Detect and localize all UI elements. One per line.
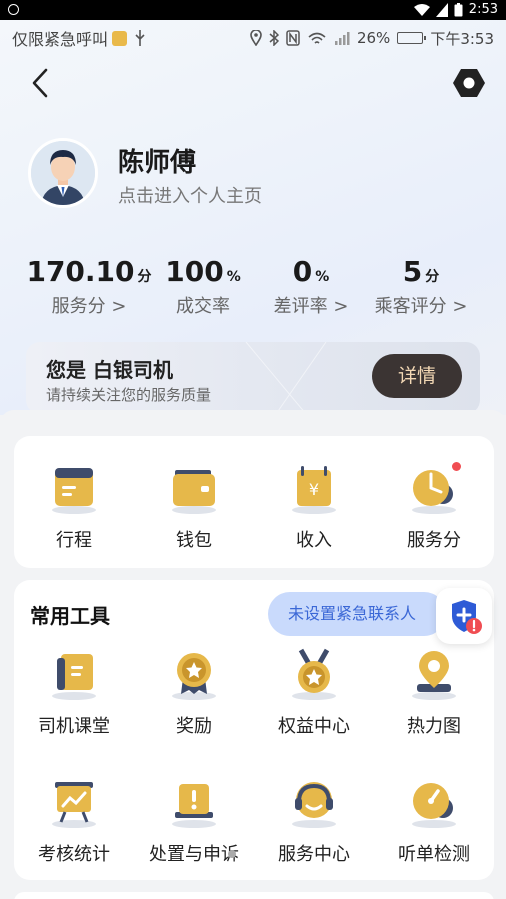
quick-link-service-score[interactable]: 服务分 <box>374 462 494 552</box>
signal-icon <box>435 2 448 17</box>
notification-icon <box>8 4 19 15</box>
wifi-icon <box>413 3 430 16</box>
gear-icon <box>453 69 485 97</box>
stat-unit: 分 <box>425 269 440 285</box>
driver-avatar-icon <box>31 141 95 205</box>
level-title: 您是 白银司机 <box>46 358 173 382</box>
tool-label: 服务中心 <box>278 844 350 865</box>
medal-icon <box>167 648 221 702</box>
battery-level-icon <box>397 32 427 44</box>
wallet-icon <box>167 462 221 516</box>
stat-passenger-rating[interactable]: 5分 乘客评分 > <box>358 255 484 318</box>
tools-title: 常用工具 <box>30 604 110 628</box>
income-icon: ¥ <box>287 462 341 516</box>
driver-level-card: 您是 白银司机 请持续关注您的服务质量 详情 <box>26 342 480 414</box>
stat-unit: % <box>226 269 241 285</box>
quick-link-itinerary[interactable]: 行程 <box>14 462 134 552</box>
tool-label: 司机课堂 <box>38 716 110 737</box>
next-section-card <box>14 892 494 899</box>
tool-label: 考核统计 <box>38 844 110 865</box>
settings-button[interactable] <box>452 66 486 100</box>
svg-text:¥: ¥ <box>309 480 319 499</box>
quick-link-label: 钱包 <box>176 530 212 551</box>
profile-link[interactable]: 点击进入个人主页 <box>118 182 262 208</box>
tool-label: 听单检测 <box>398 844 470 865</box>
notification-dot <box>452 462 461 471</box>
headset-icon <box>287 776 341 830</box>
scroll-indicator <box>228 850 236 858</box>
gauge-icon <box>407 776 461 830</box>
tool-label: 奖励 <box>176 716 212 737</box>
nfc-icon <box>286 30 300 46</box>
stat-value: 100 <box>165 255 224 288</box>
quick-link-label: 服务分 <box>407 530 461 551</box>
avatar[interactable] <box>28 138 98 208</box>
location-icon <box>250 30 262 46</box>
app-badge-icon <box>112 30 128 46</box>
stat-label: 服务分 > <box>51 296 127 317</box>
level-subtitle: 请持续关注您的服务质量 <box>46 386 212 404</box>
tool-assessment-stats[interactable]: 考核统计 <box>14 776 134 866</box>
phone-status-row: 仅限紧急呼叫 26% 下午3:53 <box>12 28 494 49</box>
system-time: 2:53 <box>468 2 498 17</box>
chart-board-icon <box>47 776 101 830</box>
battery-icon <box>454 2 463 16</box>
map-pin-icon <box>407 648 461 702</box>
tool-service-center[interactable]: 服务中心 <box>254 776 374 866</box>
cell-signal-icon <box>334 32 350 45</box>
quick-link-label: 收入 <box>296 530 332 551</box>
details-button[interactable]: 详情 <box>372 354 462 398</box>
usb-icon <box>135 30 145 46</box>
driver-name: 陈师傅 <box>118 148 197 178</box>
bluetooth-icon <box>269 30 279 46</box>
back-button[interactable] <box>26 66 56 100</box>
safety-button[interactable] <box>436 588 492 644</box>
tool-benefits-center[interactable]: 权益中心 <box>254 648 374 738</box>
quick-link-income[interactable]: ¥ 收入 <box>254 462 374 552</box>
phone-time: 下午3:53 <box>430 29 494 48</box>
stat-service-score[interactable]: 170.10 分 服务分 > <box>26 255 152 318</box>
quick-link-wallet[interactable]: 钱包 <box>134 462 254 552</box>
tool-label: 处置与申诉 <box>149 844 239 865</box>
stat-unit: % <box>315 269 330 285</box>
tool-rewards[interactable]: 奖励 <box>134 648 254 738</box>
stat-label: 乘客评分 > <box>374 296 468 317</box>
alert-box-icon <box>167 776 221 830</box>
tool-disposal-appeal[interactable]: 处置与申诉 <box>134 776 254 866</box>
stat-bad-review-rate[interactable]: 0% 差评率 > <box>248 255 374 318</box>
quick-link-label: 行程 <box>56 530 92 551</box>
wifi-status-icon <box>308 32 326 44</box>
stats-row: 170.10 分 服务分 > 100% 成交率 0% 差评率 > 5分 乘客评分 … <box>0 255 506 325</box>
chevron-left-icon <box>32 68 48 98</box>
itinerary-icon <box>47 462 101 516</box>
stat-value: 170.10 <box>26 255 135 288</box>
shield-icon <box>452 600 482 634</box>
emergency-contact-pill[interactable]: 未设置紧急联系人 <box>268 592 446 636</box>
book-icon <box>47 648 101 702</box>
tool-order-check[interactable]: 听单检测 <box>374 776 494 866</box>
stat-label: 差评率 > <box>273 296 349 317</box>
service-score-icon <box>407 462 461 516</box>
badge-icon <box>287 648 341 702</box>
battery-percent: 26% <box>356 29 391 47</box>
carrier-text: 仅限紧急呼叫 <box>12 30 109 49</box>
system-status-bar: 2:53 <box>0 0 506 20</box>
stat-value: 5 <box>402 255 423 288</box>
tool-label: 热力图 <box>407 716 461 737</box>
tool-heatmap[interactable]: 热力图 <box>374 648 494 738</box>
stat-value: 0 <box>292 255 313 288</box>
tool-driver-class[interactable]: 司机课堂 <box>14 648 134 738</box>
tool-label: 权益中心 <box>278 716 350 737</box>
